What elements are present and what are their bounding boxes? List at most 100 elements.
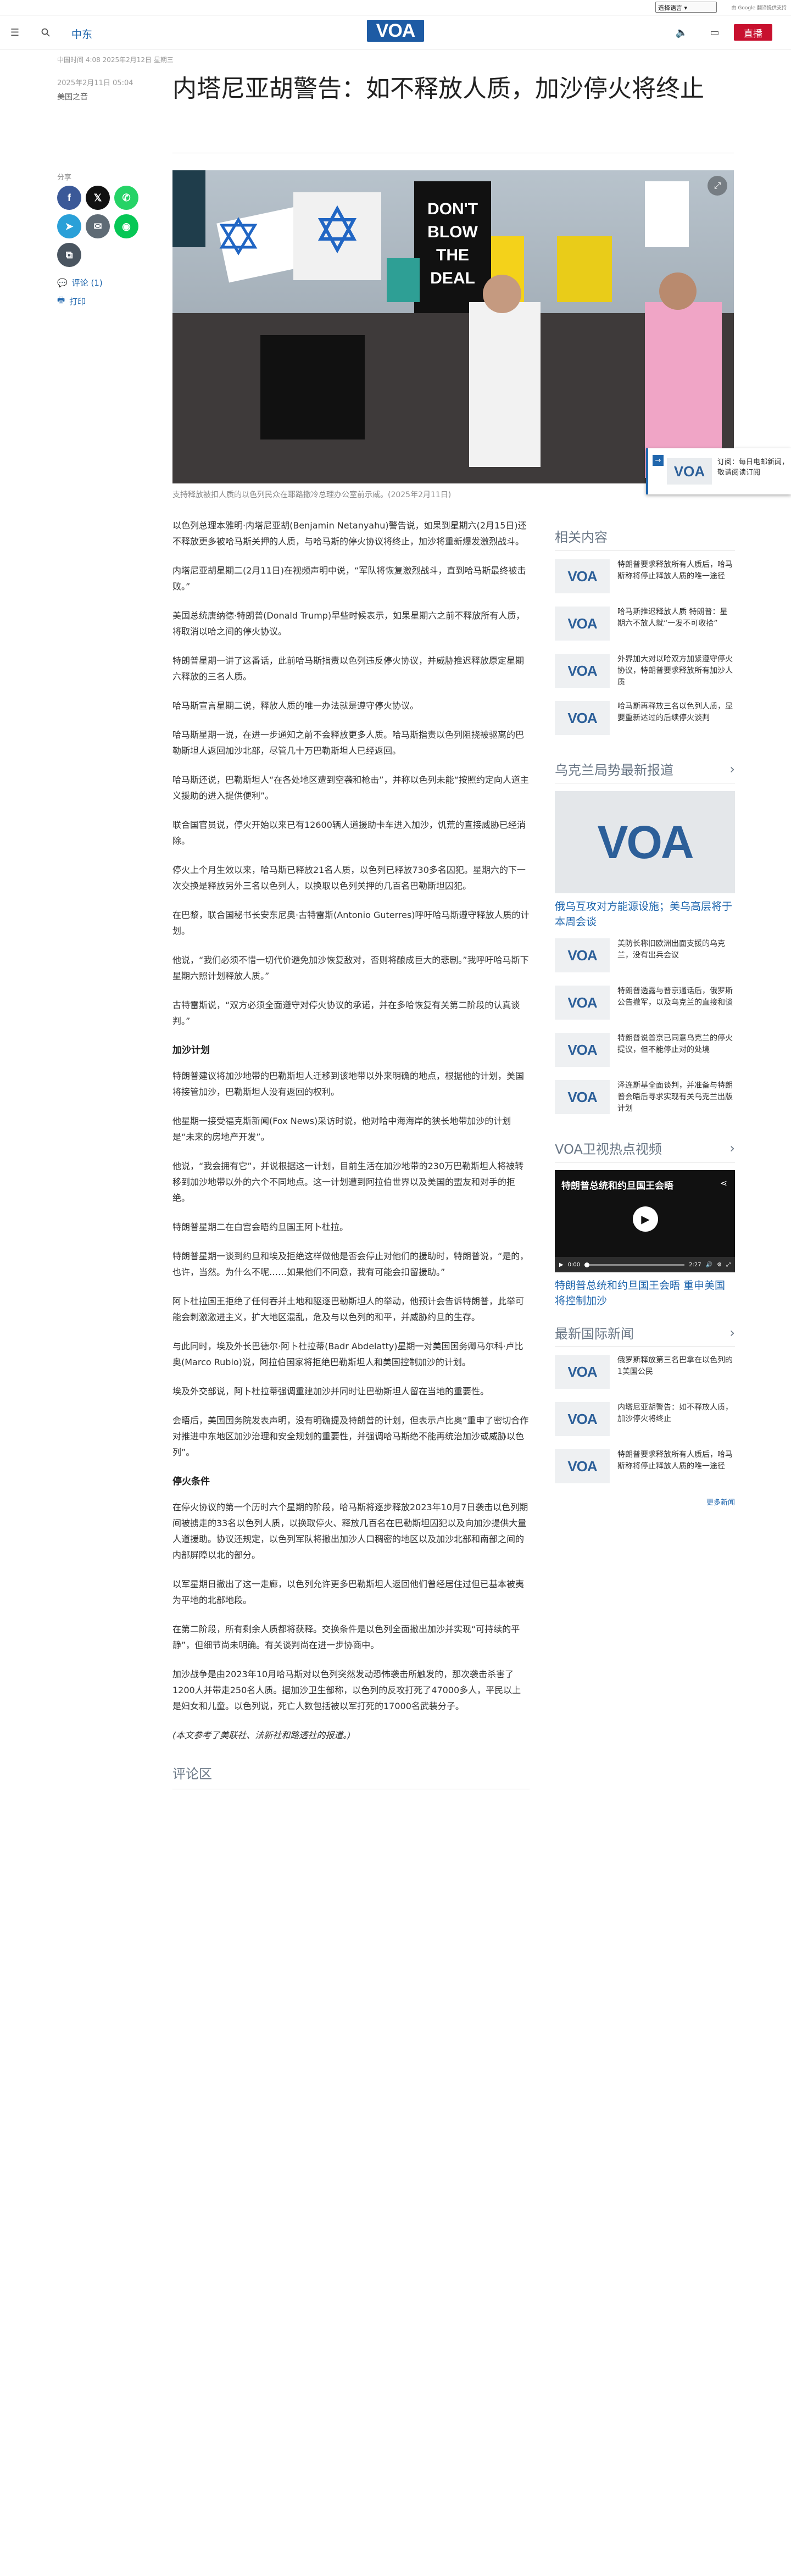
rail-item-text: 特朗普透露与普京通话后，俄罗斯公告撤军，以及乌克兰的直接和谈 <box>617 987 733 1007</box>
ukraine-feature-image[interactable]: VOA <box>555 791 735 893</box>
voa-logo[interactable]: VOA <box>367 20 424 42</box>
facebook-icon[interactable]: f <box>57 186 81 210</box>
ukraine-heading-text: 乌克兰局势最新报道 <box>555 763 673 778</box>
video-heading[interactable]: VOA卫视热点视频 › <box>555 1138 735 1162</box>
voa-thumb-logo: VOA <box>567 947 597 964</box>
video-title: 特朗普总统和约旦国王会晤 <box>561 1181 673 1192</box>
rail-item-text: 特朗普说普京已同意乌克兰的停火提议，但不能停止对的处境 <box>617 1034 733 1054</box>
popup-thumb: VOA <box>667 458 712 485</box>
share-label: 分享 <box>57 174 72 182</box>
arrow-right-icon[interactable]: → <box>653 455 664 466</box>
paragraph: 联合国官员说，停火开始以来已有12600辆人道援助卡车进入加沙，饥荒的直接威胁已… <box>172 820 526 846</box>
email-icon[interactable]: ✉ <box>86 214 110 238</box>
rail-item-text: 俄罗斯释放第三名巴拿在以色列的1美国公民 <box>617 1356 733 1376</box>
voa-thumb-logo: VOA <box>567 994 597 1011</box>
rail-item-text: 哈马斯推迟释放人质 特朗普：星期六不放人就“一发不可收拾” <box>617 608 728 628</box>
paragraph: 内塔尼亚胡星期二(2月11日)在视频声明中说，“军队将恢复激烈战斗，直到哈马斯最… <box>172 565 526 592</box>
rail-list-item[interactable]: VOA 特朗普要求释放所有人质后，哈马斯称将停止释放人质的唯一途径 <box>555 559 735 599</box>
video-player[interactable]: 特朗普总统和约旦国王会晤 ⋖ ▶ ▶ 0:00 2:27 🔊 ⚙ ⤢ <box>555 1170 735 1272</box>
print-label: 打印 <box>69 297 86 307</box>
rail-thumb: VOA <box>555 1033 610 1067</box>
language-select[interactable]: 选择语言 ▾ <box>655 2 717 13</box>
rail-thumb: VOA <box>555 986 610 1020</box>
voa-thumb-logo: VOA <box>567 1457 597 1475</box>
rail-thumb: VOA <box>555 1080 610 1114</box>
intl-heading-text: 最新国际新闻 <box>555 1326 634 1342</box>
chevron-right-icon: › <box>729 1140 735 1156</box>
voa-placeholder-logo: VOA <box>597 816 694 868</box>
rail-thumb: VOA <box>555 701 610 735</box>
more-news-link[interactable]: 更多新闻 <box>555 1496 735 1507</box>
newsletter-popup[interactable]: → VOA 订阅：每日电邮新闻，敬请阅读订阅 <box>646 448 791 494</box>
copy-link-icon[interactable]: ⧉ <box>57 243 81 267</box>
ukraine-heading[interactable]: 乌克兰局势最新报道 › <box>555 759 735 783</box>
rail-list-item[interactable]: VOA 俄罗斯释放第三名巴拿在以色列的1美国公民 <box>555 1355 735 1394</box>
rail-list-item[interactable]: VOA 外界加大对以哈双方加紧遵守停火协议，特朗普要求释放所有加沙人质 <box>555 654 735 693</box>
subhead-ceasefire-terms: 停火条件 <box>172 1476 210 1487</box>
paragraph: 他说，“我会拥有它”，并说根据这一计划，目前生活在加沙地带的230万巴勒斯坦人将… <box>172 1161 524 1203</box>
paragraph: 他星期一接受福克斯新闻(Fox News)采访时说，他对哈中海海岸的狭长地带加沙… <box>172 1116 511 1142</box>
x-twitter-icon[interactable]: 𝕏 <box>86 186 110 210</box>
paragraph: 特朗普建议将加沙地带的巴勒斯坦人迁移到该地带以外来明确的地点，根据他的计划，美国… <box>172 1071 525 1097</box>
play-small-icon[interactable]: ▶ <box>559 1262 564 1268</box>
utility-bar: 选择语言 ▾ 由 Google 翻译提供支持 <box>0 0 791 15</box>
audio-icon[interactable]: 🔈 <box>676 26 688 38</box>
paragraph-group-3: 在停火协议的第一个历时六个星期的阶段，哈马斯将逐步释放2023年10月7日袭击以… <box>172 1499 530 1714</box>
share-icon[interactable]: ⋖ <box>720 1178 727 1188</box>
intl-heading[interactable]: 最新国际新闻 › <box>555 1323 735 1347</box>
rail-item-text: 特朗普要求释放所有人质后，哈马斯称将停止释放人质的唯一途径 <box>617 1450 733 1471</box>
source-note: (本文参考了美联社、法新社和路透社的报道。) <box>172 1730 351 1740</box>
publish-date: 2025年2月11日 05:04 <box>57 79 133 87</box>
rail-list-item[interactable]: VOA 美防长称旧欧洲出面支援的乌克兰，没有出兵会议 <box>555 938 735 978</box>
rail-thumb: VOA <box>555 654 610 688</box>
comment-icon: 💬 <box>57 277 68 288</box>
comments-link[interactable]: 💬 评论 (1) <box>57 277 103 288</box>
live-button[interactable]: 直播 <box>734 24 772 41</box>
voa-thumb-logo: VOA <box>567 615 597 632</box>
telegram-icon[interactable]: ➤ <box>57 214 81 238</box>
line-icon[interactable]: ◉ <box>114 214 138 238</box>
article-title: 内塔尼亚胡警告：如不释放人质，加沙停火将终止 <box>172 75 704 103</box>
right-rail: 相关内容 VOA 特朗普要求释放所有人质后，哈马斯称将停止释放人质的唯一途径 VOA… <box>555 526 735 1507</box>
popup-logo: VOA <box>673 463 705 480</box>
menu-icon[interactable]: ☰ <box>9 26 21 38</box>
rail-list-item[interactable]: VOA 特朗普透露与普京通话后，俄罗斯公告撤军，以及乌克兰的直接和谈 <box>555 986 735 1025</box>
expand-icon[interactable]: ⤢ <box>708 176 727 196</box>
paragraph: 哈马斯还说，巴勒斯坦人“在各处地区遭到空袭和枪击”，并称以色列未能“按照约定向人… <box>172 775 529 801</box>
paragraph: 停火上个月生效以来，哈马斯已释放21名人质，以色列已释放730多名囚犯。星期六的… <box>172 865 526 891</box>
video-current-time: 0:00 <box>567 1261 581 1268</box>
voa-thumb-logo: VOA <box>567 568 597 585</box>
paragraph: 会晤后，美国国务院发表声明，没有明确提及特朗普的计划，但表示卢比奥“重申了密切合… <box>172 1415 529 1457</box>
video-icon[interactable]: ▭ <box>709 26 721 38</box>
rail-list-item[interactable]: VOA 哈马斯再释放三名以色列人质，显要重新达过的后续停火谈判 <box>555 701 735 741</box>
paragraph-group-2: 特朗普建议将加沙地带的巴勒斯坦人迁移到该地带以外来明确的地点，根据他的计划，美国… <box>172 1068 530 1460</box>
popup-title: 订阅：每日电邮新闻，敬请阅读订阅 <box>717 458 789 477</box>
print-link[interactable]: 🖶 打印 <box>57 294 86 308</box>
comments-label: 评论 (1) <box>71 278 103 288</box>
comments-heading: 评论区 <box>172 1763 530 1789</box>
rail-item-text: 美防长称旧欧洲出面支援的乌克兰，没有出兵会议 <box>617 939 725 960</box>
rail-list-item[interactable]: VOA 泽连斯基全面谈判，并准备与特朗普会晤后寻求实现有关乌克兰出版计划 <box>555 1080 735 1120</box>
section-link-middle-east[interactable]: 中东 <box>71 26 92 41</box>
volume-icon[interactable]: 🔊 <box>706 1262 712 1268</box>
intl-list: VOA 俄罗斯释放第三名巴拿在以色列的1美国公民 VOA 内塔尼亚胡警告：如不释放人质… <box>555 1355 735 1489</box>
paragraph: 特朗普星期一谈到约旦和埃及拒绝这样做他是否会停止对他们的援助时，特朗普说，“是的… <box>172 1251 529 1277</box>
ukraine-feature-title[interactable]: 俄乌互攻对方能源设施；美乌高层将于本周会谈 <box>555 899 735 930</box>
search-icon[interactable] <box>40 26 52 38</box>
voa-thumb-logo: VOA <box>567 709 597 726</box>
whatsapp-icon[interactable]: ✆ <box>114 186 138 210</box>
voa-thumb-logo: VOA <box>567 1041 597 1058</box>
rail-list-item[interactable]: VOA 内塔尼亚胡警告：如不释放人质，加沙停火将终止 <box>555 1402 735 1442</box>
video-caption[interactable]: 特朗普总统和约旦国王会晤 重申美国将控制加沙 <box>555 1278 735 1309</box>
paragraph: 与此同时，埃及外长巴德尔·阿卜杜拉蒂(Badr Abdelatty)星期一对美国… <box>172 1341 523 1367</box>
fullscreen-icon[interactable]: ⤢ <box>726 1262 731 1268</box>
rail-list-item[interactable]: VOA 特朗普要求释放所有人质后，哈马斯称将停止释放人质的唯一途径 <box>555 1449 735 1489</box>
settings-icon[interactable]: ⚙ <box>717 1262 722 1268</box>
paragraph: 在停火协议的第一个历时六个星期的阶段，哈马斯将逐步释放2023年10月7日袭击以… <box>172 1502 528 1560</box>
rail-list-item[interactable]: VOA 哈马斯推迟释放人质 特朗普：星期六不放人就“一发不可收拾” <box>555 607 735 646</box>
paragraph: 以色列总理本雅明·内塔尼亚胡(Benjamin Netanyahu)警告说，如果… <box>172 520 527 547</box>
rail-thumb: VOA <box>555 1355 610 1389</box>
rail-list-item[interactable]: VOA 特朗普说普京已同意乌克兰的停火提议，但不能停止对的处境 <box>555 1033 735 1072</box>
play-icon[interactable]: ▶ <box>633 1206 658 1232</box>
video-scrubber[interactable] <box>584 1262 685 1267</box>
